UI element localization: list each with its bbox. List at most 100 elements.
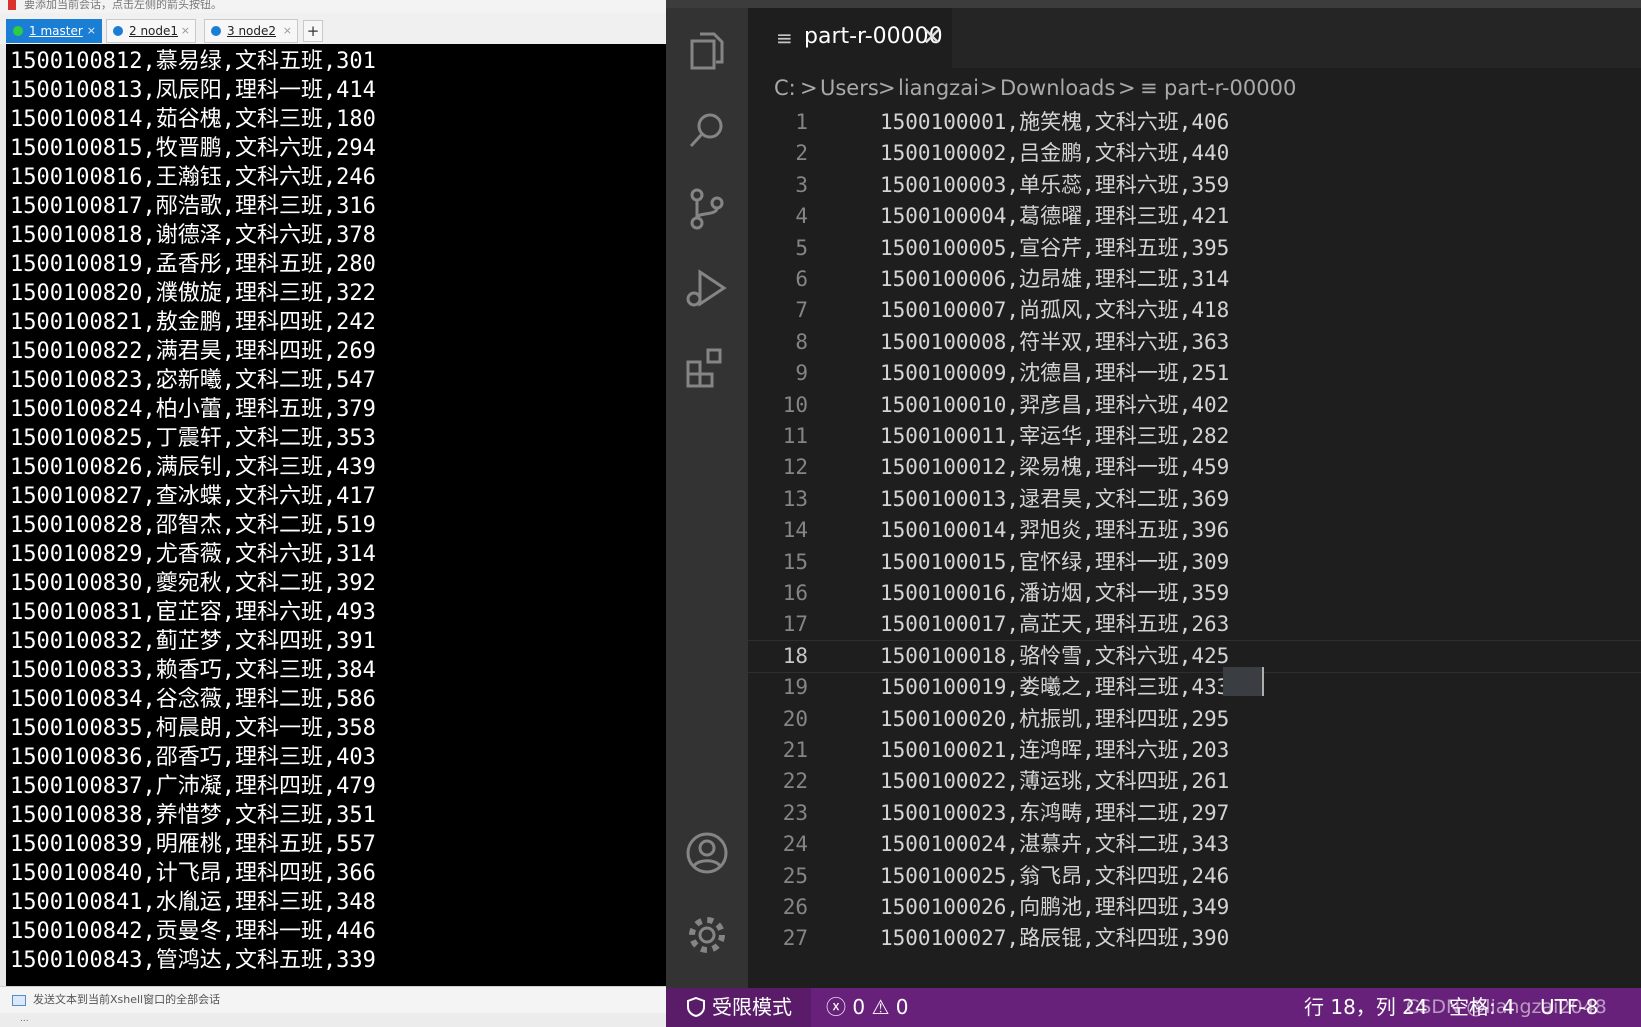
run-debug-icon[interactable]: [684, 266, 730, 312]
tab-label: 1 master: [29, 24, 83, 38]
tab-part-r-00000[interactable]: ≡ part-r-00000 ✕: [748, 8, 952, 68]
editor-line[interactable]: 25 1500100025,翁飞昂,文科四班,246: [748, 860, 1641, 893]
editor-line[interactable]: 13 1500100013,逯君昊,文科二班,369: [748, 483, 1641, 516]
breadcrumb-item[interactable]: C:: [774, 68, 796, 108]
line-number: 8: [795, 330, 808, 354]
editor-line[interactable]: 11 1500100011,宰运华,理科三班,282: [748, 420, 1641, 453]
error-icon: ⓧ: [826, 995, 846, 1019]
restricted-mode-button[interactable]: 受限模式: [666, 988, 811, 1027]
line-number: 16: [782, 581, 808, 605]
xshell-window: 要添加当前会话，点击左侧的箭头按钮。 1 master × 2 node1 × …: [0, 0, 666, 1027]
line-text: 1500100015,宦怀绿,理科一班,309: [880, 550, 1230, 574]
editor-line[interactable]: 19 1500100019,娄曦之,理科三班,433: [748, 671, 1641, 704]
line-text: 1500100009,沈德昌,理科一班,251: [880, 361, 1230, 385]
line-number: 13: [782, 487, 808, 511]
search-icon[interactable]: [684, 108, 730, 154]
problems-indicator[interactable]: ⓧ 0 ⚠ 0: [826, 988, 908, 1027]
info-status-icon: [211, 26, 221, 36]
editor-line[interactable]: 17 1500100017,高芷天,理科五班,263: [748, 608, 1641, 641]
editor-line[interactable]: 10 1500100010,羿彦昌,理科六班,402: [748, 389, 1641, 422]
terminal-line: 1500100838,养惜梦,文科三班,351: [10, 803, 376, 828]
line-number: 4: [795, 204, 808, 228]
terminal-line: 1500100825,丁震轩,文科二班,353: [10, 426, 376, 451]
editor-line[interactable]: 23 1500100023,东鸿畴,理科二班,297: [748, 797, 1641, 830]
account-icon[interactable]: [684, 830, 730, 876]
vscode-window: ≡ part-r-00000 ✕ C: > Users > liangzai >…: [666, 0, 1641, 1027]
file-lines-icon: ≡: [776, 26, 793, 50]
close-tab-icon[interactable]: ×: [283, 20, 292, 42]
line-text: 1500100010,羿彦昌,理科六班,402: [880, 393, 1230, 417]
add-tab-button[interactable]: +: [303, 20, 323, 42]
line-text: 1500100026,向鹏池,理科四班,349: [880, 895, 1230, 919]
line-number: 15: [782, 550, 808, 574]
terminal-line: 1500100826,满辰钊,文科三班,439: [10, 455, 376, 480]
terminal-line: 1500100812,慕易绿,文科五班,301: [10, 49, 376, 74]
source-control-icon[interactable]: [684, 186, 730, 232]
editor-line[interactable]: 3 1500100003,单乐蕊,理科六班,359: [748, 169, 1641, 202]
explorer-icon[interactable]: [684, 28, 730, 74]
terminal-line: 1500100837,广沛凝,理科四班,479: [10, 774, 376, 799]
editor-line[interactable]: 9 1500100009,沈德昌,理科一班,251: [748, 357, 1641, 390]
editor-line[interactable]: 15 1500100015,宦怀绿,理科一班,309: [748, 546, 1641, 579]
terminal-line: 1500100830,夔宛秋,文科二班,392: [10, 571, 376, 596]
editor-area[interactable]: 1 1500100001,施笑槐,文科六班,406 2 1500100002,吕金鹏,…: [748, 106, 1641, 988]
editor-line[interactable]: 26 1500100026,向鹏池,理科四班,349: [748, 891, 1641, 924]
compose-bar-text: 发送文本到当前Xshell窗口的全部会话: [33, 993, 221, 1006]
editor-line[interactable]: 18 1500100018,骆怜雪,文科六班,425: [748, 640, 1641, 673]
editor-line[interactable]: 1 1500100001,施笑槐,文科六班,406: [748, 106, 1641, 139]
editor-line[interactable]: 6 1500100006,边昂雄,理科二班,314: [748, 263, 1641, 296]
xshell-status-strip: ...: [0, 1013, 666, 1027]
close-icon[interactable]: ✕: [922, 22, 942, 52]
close-tab-icon[interactable]: ×: [87, 20, 96, 42]
editor-line[interactable]: 24 1500100024,湛慕卉,文科二班,343: [748, 828, 1641, 861]
watermark: CSDN @liangzai2048: [1406, 996, 1607, 1018]
breadcrumb-item[interactable]: liangzai: [898, 68, 979, 108]
line-number: 23: [782, 801, 808, 825]
editor-line[interactable]: 8 1500100008,符半双,理科六班,363: [748, 326, 1641, 359]
line-text: 1500100002,吕金鹏,文科六班,440: [880, 141, 1230, 165]
terminal-line: 1500100842,贡曼冬,理科一班,446: [10, 919, 376, 944]
editor-line[interactable]: 27 1500100027,路辰锟,文科四班,390: [748, 922, 1641, 955]
line-number: 19: [782, 675, 808, 699]
terminal-output[interactable]: 1500100812,慕易绿,文科五班,301 1500100813,凤辰阳,理科…: [0, 44, 666, 986]
close-tab-icon[interactable]: ×: [181, 20, 190, 42]
tab-label: 2 node1: [129, 24, 179, 38]
editor-line[interactable]: 20 1500100020,杭振凯,理科四班,295: [748, 703, 1641, 736]
line-text: 1500100016,潘访烟,文科一班,359: [880, 581, 1230, 605]
tab-master[interactable]: 1 master ×: [6, 19, 102, 43]
breadcrumb-separator-icon: >: [1118, 76, 1136, 100]
settings-gear-icon[interactable]: [684, 912, 730, 958]
line-text: 1500100012,梁易槐,理科一班,459: [880, 455, 1230, 479]
editor-line[interactable]: 14 1500100014,羿旭炎,理科五班,396: [748, 514, 1641, 547]
line-number: 27: [782, 926, 808, 950]
editor-line[interactable]: 22 1500100022,薄运珧,文科四班,261: [748, 765, 1641, 798]
compose-bar[interactable]: 发送文本到当前Xshell窗口的全部会话: [0, 986, 666, 1013]
extensions-icon[interactable]: [684, 344, 730, 390]
shield-icon: [687, 997, 705, 1017]
breadcrumb-item[interactable]: part-r-00000: [1164, 68, 1296, 108]
editor-line[interactable]: 21 1500100021,连鸿晖,理科六班,203: [748, 734, 1641, 767]
line-number: 18: [782, 644, 808, 668]
breadcrumb-item[interactable]: Downloads: [1000, 68, 1115, 108]
line-number: 26: [782, 895, 808, 919]
compose-icon: [12, 995, 26, 1006]
terminal-line: 1500100824,柏小蕾,理科五班,379: [10, 397, 376, 422]
editor-line[interactable]: 7 1500100007,尚孤风,文科六班,418: [748, 294, 1641, 327]
line-text: 1500100005,宣谷芹,理科五班,395: [880, 236, 1230, 260]
editor-line[interactable]: 12 1500100012,梁易槐,理科一班,459: [748, 451, 1641, 484]
connected-status-icon: [13, 26, 23, 36]
line-text: 1500100021,连鸿晖,理科六班,203: [880, 738, 1230, 762]
editor-line[interactable]: 16 1500100016,潘访烟,文科一班,359: [748, 577, 1641, 610]
tab-node2[interactable]: 3 node2 ×: [204, 19, 298, 43]
breadcrumb-item[interactable]: Users: [820, 68, 879, 108]
editor-line[interactable]: 2 1500100002,吕金鹏,文科六班,440: [748, 137, 1641, 170]
line-number: 20: [782, 707, 808, 731]
text-selection: [1223, 667, 1263, 696]
line-text: 1500100024,湛慕卉,文科二班,343: [880, 832, 1230, 856]
tab-node1[interactable]: 2 node1 ×: [106, 19, 196, 43]
editor-line[interactable]: 4 1500100004,葛德曜,理科三班,421: [748, 200, 1641, 233]
editor-line[interactable]: 5 1500100005,宣谷芹,理科五班,395: [748, 232, 1641, 265]
flag-icon: [8, 0, 16, 10]
terminal-line: 1500100832,蓟芷梦,文科四班,391: [10, 629, 376, 654]
line-number: 11: [782, 424, 808, 448]
